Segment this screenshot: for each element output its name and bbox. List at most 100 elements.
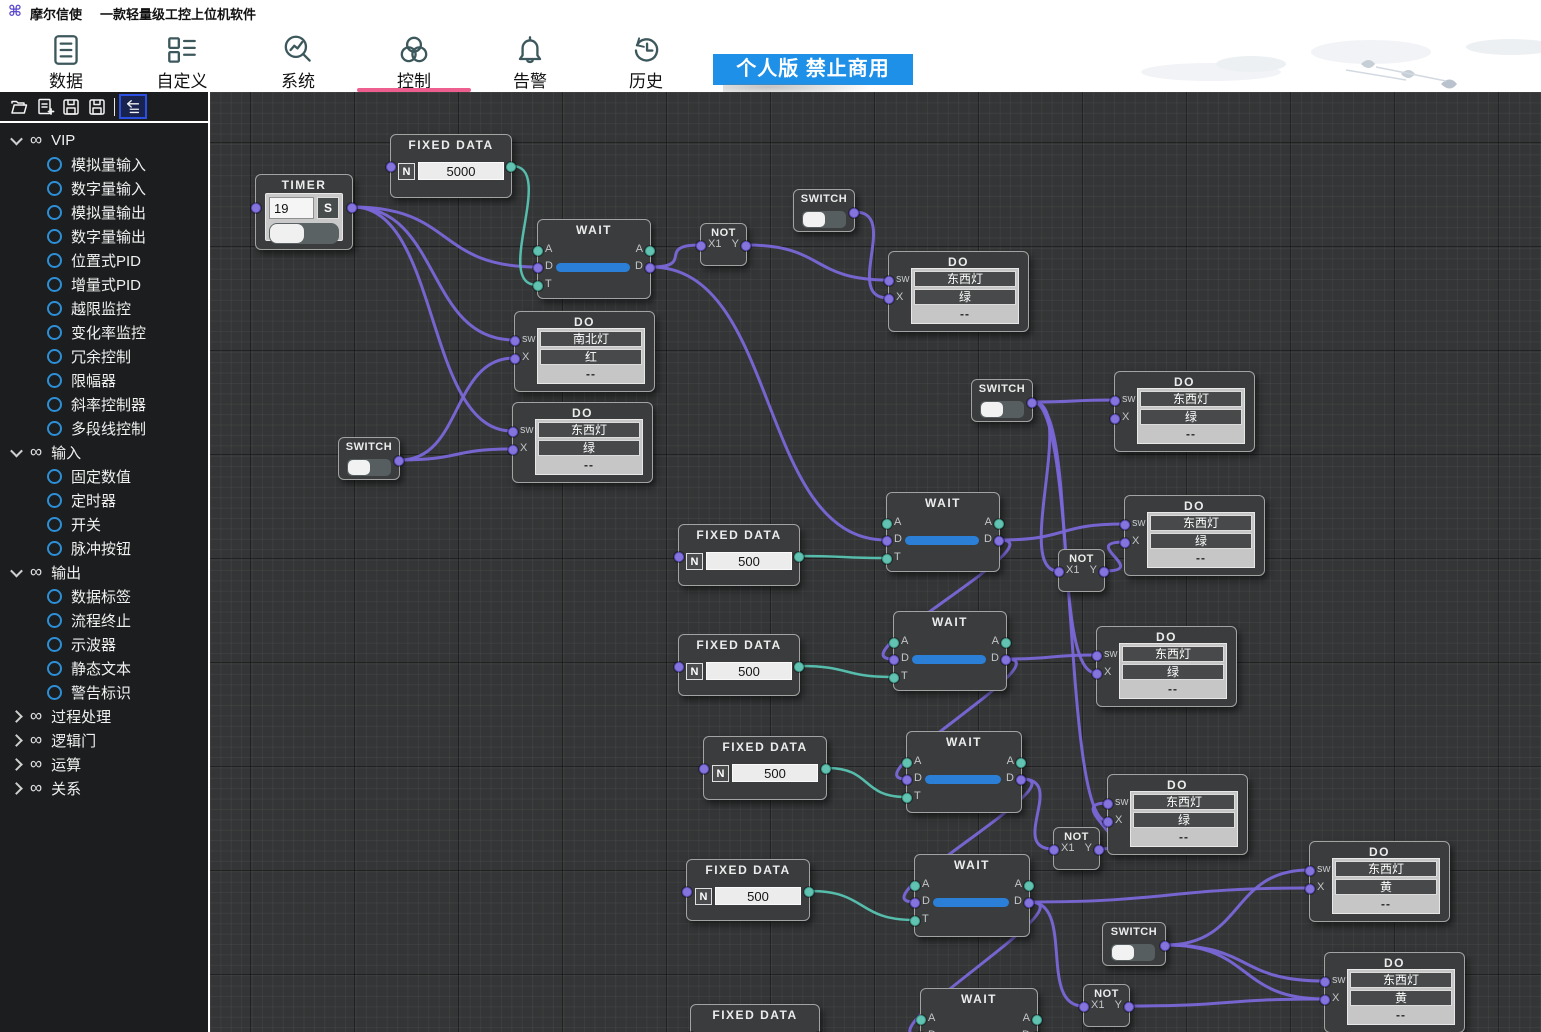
port-out[interactable] (849, 208, 859, 218)
unit-button[interactable]: S (317, 197, 339, 219)
port-Y[interactable] (741, 241, 751, 251)
channel-field[interactable]: 绿 (538, 440, 640, 456)
tab-alarm[interactable]: 告警 (472, 22, 588, 92)
node-do[interactable]: DO东西灯黄--swX (1309, 841, 1450, 922)
port-D[interactable] (910, 898, 920, 908)
value-field[interactable]: 500 (706, 552, 792, 570)
port-X[interactable] (1320, 995, 1330, 1005)
port-X[interactable] (1103, 817, 1113, 827)
port-X[interactable] (1110, 414, 1120, 424)
port-T[interactable] (910, 916, 920, 926)
port-out[interactable] (794, 552, 804, 562)
node-wait[interactable]: WAITADTAD (886, 492, 1000, 572)
value-field[interactable]: 500 (706, 662, 792, 680)
node-fixed_data[interactable]: FIXED DATAN500 (686, 859, 810, 921)
tree-group-输出[interactable]: ∞输出 (0, 560, 208, 584)
port-sw[interactable] (510, 336, 520, 346)
port-sw[interactable] (1320, 977, 1330, 987)
port-out[interactable] (674, 662, 684, 672)
node-do[interactable]: DO东西灯绿--swX (1124, 495, 1265, 576)
port-out[interactable] (347, 203, 357, 213)
new-file-icon[interactable] (32, 95, 58, 119)
port-A[interactable] (1016, 758, 1026, 768)
node-switch[interactable]: SWITCH (338, 437, 400, 480)
node-fixed_data[interactable]: FIXED DATAN500 (703, 736, 827, 800)
timer-toggle[interactable] (269, 223, 339, 244)
timer-value-field[interactable]: 19 (269, 197, 314, 219)
port-D[interactable] (994, 536, 1004, 546)
node-do[interactable]: DO东西灯黄--swX (1324, 952, 1465, 1032)
port-A[interactable] (910, 881, 920, 891)
port-X1[interactable] (1079, 1002, 1089, 1012)
port-A[interactable] (1032, 1015, 1042, 1025)
port-X[interactable] (1120, 538, 1130, 548)
port-A[interactable] (1001, 638, 1011, 648)
node-wait[interactable]: WAITADTAD (906, 731, 1022, 813)
tree-group-过程处理[interactable]: ∞过程处理 (0, 704, 208, 728)
chevron-down-icon[interactable] (10, 132, 23, 145)
tree-item-增量式PID[interactable]: 增量式PID (0, 272, 208, 296)
node-wait[interactable]: WAITADTAD (920, 988, 1038, 1032)
tree-item-变化率监控[interactable]: 变化率监控 (0, 320, 208, 344)
port-D[interactable] (889, 655, 899, 665)
node-not[interactable]: NOTX1Y (1083, 984, 1130, 1027)
tree-item-斜率控制器[interactable]: 斜率控制器 (0, 392, 208, 416)
port-D[interactable] (1024, 898, 1034, 908)
chevron-right-icon[interactable] (10, 758, 23, 771)
port-out[interactable] (1160, 941, 1170, 951)
tab-system[interactable]: 系统 (240, 22, 356, 92)
node-not[interactable]: NOTX1Y (1053, 827, 1100, 870)
port-sw[interactable] (1092, 651, 1102, 661)
value-field[interactable]: 5000 (418, 162, 504, 180)
port-sw[interactable] (884, 276, 894, 286)
port-out[interactable] (699, 764, 709, 774)
node-do[interactable]: DO东西灯绿--swX (1096, 626, 1237, 707)
port-D[interactable] (1001, 655, 1011, 665)
channel-field[interactable]: 绿 (914, 289, 1016, 305)
switch-toggle[interactable] (980, 401, 1024, 418)
chevron-right-icon[interactable] (10, 782, 23, 795)
port-out[interactable] (821, 764, 831, 774)
node-do[interactable]: DO东西灯绿--swX (1107, 774, 1248, 855)
tree-item-警告标识[interactable]: 警告标识 (0, 680, 208, 704)
value-field[interactable]: 500 (715, 887, 801, 905)
open-folder-icon[interactable] (6, 95, 32, 119)
device-name-field[interactable]: 东西灯 (1350, 972, 1452, 988)
port-sw[interactable] (1305, 866, 1315, 876)
chevron-down-icon[interactable] (10, 444, 23, 457)
port-T[interactable] (902, 793, 912, 803)
port-out[interactable] (251, 203, 261, 213)
collapse-panel-icon[interactable] (119, 94, 147, 119)
node-timer[interactable]: TIMER19S (255, 174, 353, 250)
device-name-field[interactable]: 南北灯 (540, 331, 642, 347)
port-out[interactable] (506, 162, 516, 172)
tab-control[interactable]: 控制 (356, 22, 472, 92)
tree-item-脉冲按钮[interactable]: 脉冲按钮 (0, 536, 208, 560)
port-X1[interactable] (696, 241, 706, 251)
switch-toggle[interactable] (802, 211, 846, 228)
port-D[interactable] (902, 775, 912, 785)
switch-toggle[interactable] (347, 459, 391, 476)
tree-item-定时器[interactable]: 定时器 (0, 488, 208, 512)
chevron-down-icon[interactable] (10, 564, 23, 577)
port-out[interactable] (386, 162, 396, 172)
tree-group-关系[interactable]: ∞关系 (0, 776, 208, 800)
port-A[interactable] (533, 246, 543, 256)
device-name-field[interactable]: 东西灯 (1150, 515, 1252, 531)
port-A[interactable] (902, 758, 912, 768)
tree-item-位置式PID[interactable]: 位置式PID (0, 248, 208, 272)
tab-data[interactable]: 数据 (8, 22, 124, 92)
value-field[interactable]: 500 (732, 764, 818, 782)
save-icon[interactable] (58, 95, 84, 119)
device-name-field[interactable]: 东西灯 (538, 422, 640, 438)
tree-item-多段线控制[interactable]: 多段线控制 (0, 416, 208, 440)
node-not[interactable]: NOTX1Y (700, 223, 747, 266)
port-X[interactable] (1305, 884, 1315, 894)
port-T[interactable] (889, 673, 899, 683)
tab-custom[interactable]: 自定义 (124, 22, 240, 92)
port-out[interactable] (682, 887, 692, 897)
port-X[interactable] (1092, 669, 1102, 679)
chevron-right-icon[interactable] (10, 734, 23, 747)
node-do[interactable]: DO东西灯绿--swX (512, 402, 653, 483)
switch-toggle[interactable] (1111, 944, 1155, 961)
